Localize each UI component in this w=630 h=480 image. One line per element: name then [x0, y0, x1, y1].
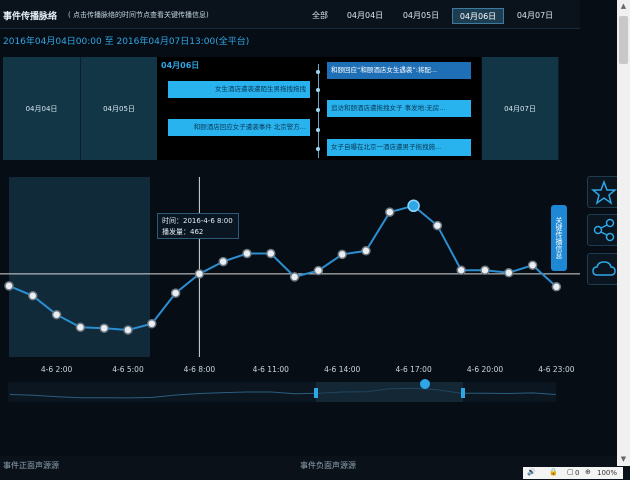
- day-label: 04月05日: [103, 104, 135, 113]
- share-icon[interactable]: [587, 214, 621, 246]
- data-point[interactable]: [361, 246, 371, 256]
- x-tick-label: 4-6 17:00: [395, 365, 431, 374]
- overview-track: [8, 382, 556, 402]
- overview-knob[interactable]: [420, 379, 430, 389]
- tab-0405[interactable]: 04月05日: [398, 8, 444, 24]
- tooltip-time: 时间：2016-4-6 8:00: [162, 217, 233, 225]
- data-point[interactable]: [551, 282, 562, 292]
- x-tick-label: 4-6 8:00: [184, 365, 216, 374]
- day-label: 04月07日: [504, 104, 536, 113]
- data-point[interactable]: [480, 265, 490, 275]
- lock-icon[interactable]: 🔒: [549, 468, 558, 476]
- x-tick-label: 4-6 23:00: [538, 365, 574, 374]
- section-title: 事件传播脉络: [3, 12, 58, 22]
- day-column-0405[interactable]: 04月05日: [81, 57, 158, 160]
- cloud-icon[interactable]: [587, 253, 621, 285]
- data-point[interactable]: [242, 248, 252, 259]
- data-point[interactable]: [99, 323, 109, 333]
- status-bar: 🔊 🔒 ▢ 0 ⊕ 100%: [523, 467, 623, 479]
- x-tick-label: 4-6 2:00: [41, 365, 73, 374]
- overview-handle-left[interactable]: [314, 388, 318, 398]
- x-tick-label: 4-6 5:00: [112, 365, 144, 374]
- x-tick-label: 4-6 14:00: [324, 365, 360, 374]
- vertical-scrollbar[interactable]: ▲ ▼: [617, 0, 630, 466]
- zoom-level: 100%: [597, 469, 618, 477]
- key-info-tab[interactable]: 关键传播信息: [551, 205, 567, 271]
- data-point[interactable]: [194, 269, 205, 279]
- timeline-node[interactable]: [316, 147, 320, 151]
- data-point[interactable]: [28, 291, 38, 301]
- data-point[interactable]: [337, 249, 347, 260]
- chart-tooltip: 时间：2016-4-6 8:00 播发量：462: [157, 213, 239, 239]
- event-card[interactable]: 追访和颐酒店遭拖拽女子 事发地:无房...: [327, 100, 471, 117]
- scroll-thumb[interactable]: [619, 16, 628, 64]
- day-column-0404[interactable]: 04月04日: [3, 57, 81, 160]
- positive-source-heading: 事件正面声源源: [3, 461, 59, 470]
- header-bar: 事件传播脉络 ( 点击传播脉络的时间节点查看关键传播信息) 全部 04月04日 …: [0, 0, 580, 29]
- timeline-node[interactable]: [316, 70, 320, 74]
- data-point[interactable]: [218, 256, 228, 267]
- data-point[interactable]: [289, 272, 300, 282]
- current-day-label: 04月06日: [161, 61, 200, 70]
- timeline-node[interactable]: [316, 88, 320, 92]
- negative-source-heading: 事件负面声源源: [300, 461, 356, 470]
- propagation-chart: 4-6 2:00 4-6 5:00 4-6 8:00 4-6 11:00 4-6 14:…: [0, 172, 580, 407]
- overview-window[interactable]: [316, 382, 463, 402]
- timeline-node[interactable]: [316, 128, 320, 132]
- event-card[interactable]: 和颐回应“和颐酒店女生遇袭”:将配...: [327, 62, 471, 79]
- scroll-down-arrow[interactable]: ▼: [619, 455, 628, 463]
- data-point[interactable]: [432, 220, 443, 231]
- tab-0406[interactable]: 04月06日: [452, 8, 504, 24]
- star-icon[interactable]: [587, 176, 621, 208]
- line-chart-svg: 4-6 2:00 4-6 5:00 4-6 8:00 4-6 11:00 4-6 14:…: [0, 177, 580, 402]
- data-point[interactable]: [313, 265, 324, 276]
- data-point[interactable]: [123, 325, 133, 335]
- data-point[interactable]: [407, 199, 420, 213]
- comment-icon[interactable]: ▢: [567, 468, 574, 476]
- data-point[interactable]: [4, 281, 14, 291]
- day-column-0407[interactable]: 04月07日: [482, 57, 559, 160]
- date-range: 2016年04月04日00:00 至 2016年04月07日13:00(全平台): [3, 37, 250, 47]
- event-card[interactable]: 和颐酒店回应女子遭袭事件 北京警方...: [168, 119, 310, 136]
- data-point[interactable]: [75, 322, 86, 333]
- speaker-icon[interactable]: 🔊: [527, 468, 536, 476]
- data-point[interactable]: [456, 265, 466, 275]
- data-point[interactable]: [385, 207, 395, 217]
- data-point[interactable]: [147, 318, 157, 329]
- timeline-node[interactable]: [316, 108, 320, 112]
- tab-0407[interactable]: 04月07日: [512, 8, 558, 24]
- data-point[interactable]: [170, 288, 181, 298]
- x-tick-label: 4-6 11:00: [253, 365, 289, 374]
- data-point[interactable]: [504, 268, 514, 278]
- overview-handle-right[interactable]: [461, 388, 465, 398]
- data-point[interactable]: [527, 260, 538, 270]
- zoom-icon[interactable]: ⊕: [585, 468, 591, 476]
- tooltip-count: 播发量：462: [162, 228, 204, 236]
- section-hint: ( 点击传播脉络的时间节点查看关键传播信息): [68, 11, 209, 19]
- data-point[interactable]: [266, 248, 276, 259]
- x-tick-label: 4-6 20:00: [467, 365, 503, 374]
- tab-0404[interactable]: 04月04日: [342, 8, 388, 24]
- event-card[interactable]: 女生酒店遭袭遭陌生男拖拽拖拽: [168, 81, 310, 98]
- day-label: 04月04日: [25, 104, 58, 113]
- scroll-up-arrow[interactable]: ▲: [619, 2, 628, 10]
- event-card[interactable]: 女子自曝在北京一酒店遭男子拖拽施...: [327, 139, 471, 156]
- comment-count: 0: [575, 469, 580, 477]
- tab-all[interactable]: 全部: [306, 8, 334, 24]
- data-point[interactable]: [51, 309, 62, 320]
